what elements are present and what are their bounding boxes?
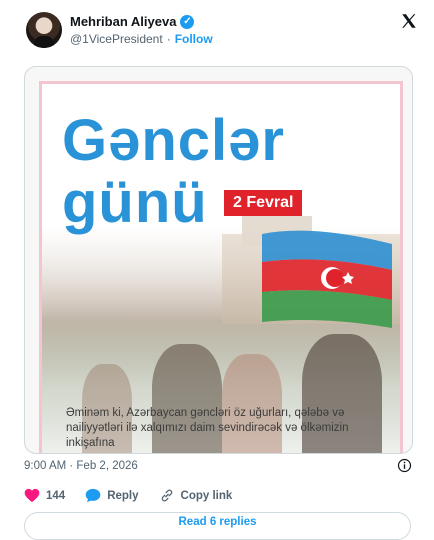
author-handle[interactable]: @1VicePresident bbox=[70, 32, 163, 46]
poster-caption: Əminəm ki, Azərbaycan gəncləri öz uğurla… bbox=[66, 407, 349, 449]
tweet-media[interactable]: Gənclər günü 2 Fevral Əminəm ki, Azərbay… bbox=[24, 66, 413, 454]
author-name-row: Mehriban Aliyeva ✓ bbox=[70, 14, 195, 29]
verified-badge-icon: ✓ bbox=[180, 14, 195, 29]
heart-icon bbox=[24, 488, 40, 503]
reply-label: Reply bbox=[107, 489, 139, 502]
poster-title-line1: Gənclər bbox=[62, 108, 285, 173]
reply-button[interactable]: Reply bbox=[85, 488, 139, 503]
x-logo-icon[interactable] bbox=[400, 12, 418, 30]
author-name[interactable]: Mehriban Aliyeva bbox=[70, 14, 176, 29]
avatar[interactable] bbox=[26, 12, 62, 48]
read-replies-button[interactable]: Read 6 replies bbox=[24, 512, 411, 540]
action-bar: 144 Reply Copy link bbox=[24, 488, 252, 503]
link-icon bbox=[161, 489, 172, 502]
post-timestamp[interactable]: 9:00 AM · Feb 2, 2026 bbox=[24, 460, 138, 472]
date-badge: 2 Fevral bbox=[224, 190, 303, 216]
separator: · bbox=[166, 32, 171, 46]
poster-title-line2: günü bbox=[62, 170, 208, 235]
follow-button[interactable]: Follow bbox=[175, 32, 213, 46]
author-handle-row: @1VicePresident · Follow bbox=[70, 32, 213, 46]
copy-link-button[interactable]: Copy link bbox=[159, 488, 233, 503]
poster-image: Gənclər günü 2 Fevral Əminəm ki, Azərbay… bbox=[39, 81, 403, 453]
tweet-header: Mehriban Aliyeva ✓ @1VicePresident · Fol… bbox=[22, 10, 418, 50]
azerbaijan-flag bbox=[262, 230, 392, 328]
like-button[interactable]: 144 bbox=[24, 488, 65, 503]
reply-bubble-icon bbox=[85, 488, 101, 503]
like-count: 144 bbox=[46, 489, 66, 502]
copy-link-label: Copy link bbox=[180, 489, 233, 502]
info-icon[interactable] bbox=[397, 458, 412, 473]
